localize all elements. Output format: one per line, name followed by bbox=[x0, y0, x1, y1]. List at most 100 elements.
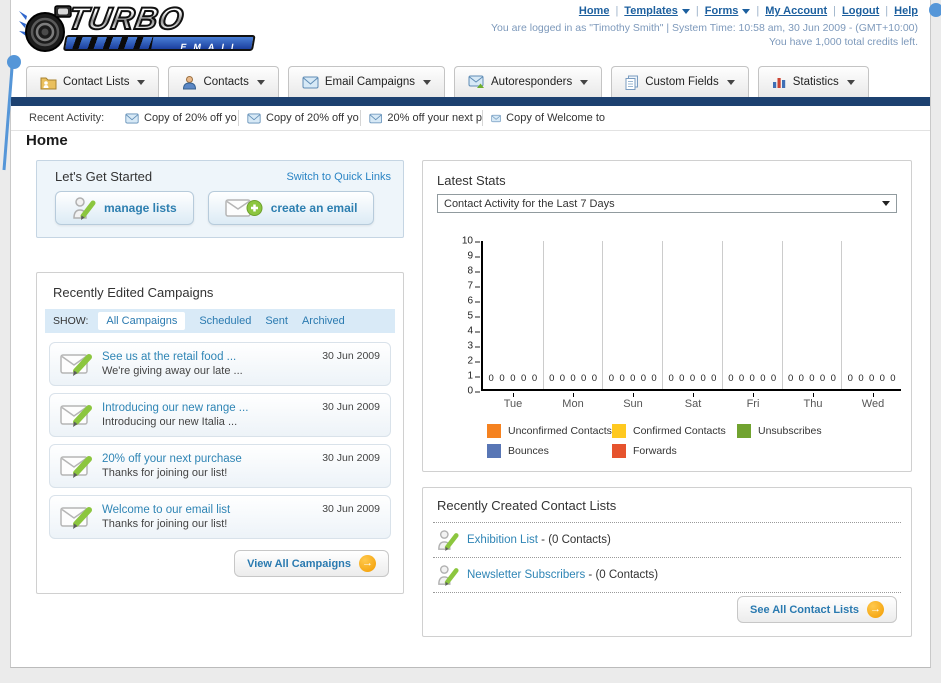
bar-value-label: 0 bbox=[738, 373, 745, 384]
nav-tab-autoresponders[interactable]: Autoresponders bbox=[454, 66, 603, 97]
bar-value-label: 0 bbox=[619, 373, 625, 384]
legend-item: Confirmed Contacts bbox=[612, 424, 737, 438]
nav-tab-custom-fields[interactable]: Custom Fields bbox=[611, 66, 749, 97]
header-links: Home | Templates | Forms | My Account | Logo… bbox=[578, 5, 918, 17]
filter-scheduled[interactable]: Scheduled bbox=[199, 315, 251, 327]
chevron-down-icon bbox=[580, 79, 589, 85]
recent-activity-item[interactable]: Copy of Welcome to bbox=[483, 110, 605, 126]
bar-value-label: 0 bbox=[830, 373, 836, 384]
arrow-right-icon: → bbox=[867, 601, 884, 618]
bar-value-label: 0 bbox=[559, 373, 566, 384]
campaign-title-link[interactable]: See us at the retail food ... bbox=[102, 351, 243, 363]
nav-tab-contact-lists[interactable]: Contact Lists bbox=[26, 66, 160, 97]
recent-activity-bar: Recent Activity: Copy of 20% off yo Copy… bbox=[11, 106, 930, 130]
bar-value-label: 0 bbox=[728, 373, 734, 384]
x-tick-label: Fri bbox=[723, 393, 783, 410]
recent-activity-item[interactable]: 20% off your next p bbox=[361, 110, 483, 126]
envelope-icon bbox=[491, 114, 501, 122]
main-nav: Contact Lists Contacts Email Campaigns A… bbox=[26, 66, 878, 97]
bar-value-label: 0 bbox=[549, 373, 555, 384]
envelope-pencil-icon bbox=[60, 506, 92, 529]
legend-item: Unsubscribes bbox=[737, 424, 862, 438]
bar-value-label: 0 bbox=[521, 373, 527, 384]
header-link-my-account[interactable]: My Account bbox=[765, 5, 827, 17]
switch-quick-links-link[interactable]: Switch to Quick Links bbox=[286, 171, 391, 183]
bar-value-label: 0 bbox=[679, 373, 685, 384]
person-icon bbox=[183, 75, 197, 89]
chevron-down-icon bbox=[681, 8, 690, 14]
list-pencil-icon bbox=[438, 529, 459, 551]
latest-stats-panel: Latest Stats Contact Activity for the La… bbox=[422, 160, 912, 472]
envelope-plus-icon bbox=[224, 199, 263, 217]
chart-group: 00000 bbox=[721, 241, 782, 389]
chart-group: 00000 bbox=[841, 241, 901, 389]
campaign-row[interactable]: 20% off your next purchase Thanks for jo… bbox=[49, 444, 391, 488]
bar-value-label: 0 bbox=[499, 373, 505, 384]
filter-all-campaigns[interactable]: All Campaigns bbox=[98, 312, 186, 330]
recent-campaigns-panel: Recently Edited Campaigns SHOW: All Camp… bbox=[36, 272, 404, 594]
campaign-subtitle: We're giving away our late ... bbox=[102, 365, 243, 377]
contact-list-count: - (0 Contacts) bbox=[537, 534, 611, 546]
legend-swatch bbox=[612, 424, 626, 438]
create-email-button[interactable]: create an email bbox=[207, 191, 375, 225]
bar-value-label: 0 bbox=[847, 373, 853, 384]
campaign-row[interactable]: Introducing our new range ... Introducin… bbox=[49, 393, 391, 437]
y-tick-label: 0 bbox=[467, 385, 480, 397]
campaign-title-link[interactable]: Welcome to our email list bbox=[102, 504, 230, 516]
chart-group: 00000 bbox=[542, 241, 603, 389]
campaign-row[interactable]: Welcome to our email list Thanks for joi… bbox=[49, 495, 391, 539]
contact-list-item[interactable]: Newsletter Subscribers - (0 Contacts) bbox=[423, 558, 911, 592]
filter-sent[interactable]: Sent bbox=[265, 315, 288, 327]
bar-value-label: 0 bbox=[819, 373, 826, 384]
chevron-down-icon bbox=[742, 8, 751, 14]
nav-tab-contacts[interactable]: Contacts bbox=[168, 66, 279, 97]
chevron-down-icon bbox=[846, 79, 855, 85]
header-link-forms[interactable]: Forms bbox=[705, 5, 751, 17]
y-tick-label: 5 bbox=[467, 310, 480, 322]
campaign-row[interactable]: See us at the retail food ... We're givi… bbox=[49, 342, 391, 386]
manage-lists-button[interactable]: manage lists bbox=[55, 191, 194, 225]
bar-chart-icon bbox=[772, 78, 785, 88]
contact-list-link[interactable]: Exhibition List bbox=[467, 534, 538, 546]
header-link-help[interactable]: Help bbox=[894, 5, 918, 17]
legend-swatch bbox=[612, 444, 626, 458]
contact-list-item[interactable]: Exhibition List - (0 Contacts) bbox=[423, 523, 911, 557]
campaign-title-link[interactable]: Introducing our new range ... bbox=[102, 402, 248, 414]
header-link-home[interactable]: Home bbox=[579, 5, 610, 17]
bar-value-label: 0 bbox=[711, 373, 717, 384]
legend-swatch bbox=[487, 444, 501, 458]
nav-tab-email-campaigns[interactable]: Email Campaigns bbox=[287, 66, 445, 97]
bar-value-label: 0 bbox=[591, 373, 597, 384]
nav-tab-statistics[interactable]: Statistics bbox=[757, 66, 869, 97]
contact-list-link[interactable]: Newsletter Subscribers bbox=[467, 569, 585, 581]
stats-report-select[interactable]: Contact Activity for the Last 7 Days bbox=[437, 194, 897, 213]
x-tick-label: Wed bbox=[843, 393, 903, 410]
logo-email-bar: EMAIL bbox=[62, 35, 256, 51]
bar-value-label: 0 bbox=[581, 373, 587, 384]
view-all-campaigns-button[interactable]: View All Campaigns → bbox=[234, 550, 389, 577]
campaign-list: See us at the retail food ... We're givi… bbox=[49, 342, 391, 546]
page-title: Home bbox=[26, 132, 68, 149]
bar-value-label: 0 bbox=[868, 373, 875, 384]
chart-group: 00000 bbox=[483, 241, 543, 389]
bar-value-labels: 00000 bbox=[544, 373, 603, 384]
campaign-title-link[interactable]: 20% off your next purchase bbox=[102, 453, 242, 465]
header-link-templates[interactable]: Templates bbox=[624, 5, 690, 17]
envelope-icon bbox=[369, 113, 383, 123]
recent-activity-item[interactable]: Copy of 20% off yo bbox=[239, 110, 361, 126]
app-root: { "logo": { "word": "TURBO", "sub": "EMA… bbox=[0, 0, 941, 683]
x-tick-label: Sat bbox=[663, 393, 723, 410]
recent-activity-item[interactable]: Copy of 20% off yo bbox=[117, 110, 239, 126]
envelope-icon bbox=[247, 113, 261, 123]
legend-swatch bbox=[487, 424, 501, 438]
recent-contact-lists-panel: Recently Created Contact Lists Exhibitio… bbox=[422, 487, 912, 637]
header-link-logout[interactable]: Logout bbox=[842, 5, 879, 17]
bar-value-label: 0 bbox=[798, 373, 804, 384]
turbo-email-logo: TURBO EMAIL bbox=[19, 0, 257, 54]
bar-value-label: 0 bbox=[787, 373, 794, 384]
get-started-title: Let's Get Started bbox=[55, 169, 153, 184]
bar-value-label: 0 bbox=[570, 373, 576, 384]
filter-archived[interactable]: Archived bbox=[302, 315, 345, 327]
contact-list-count: - (0 Contacts) bbox=[585, 569, 659, 581]
see-all-contact-lists-button[interactable]: See All Contact Lists → bbox=[736, 596, 897, 623]
